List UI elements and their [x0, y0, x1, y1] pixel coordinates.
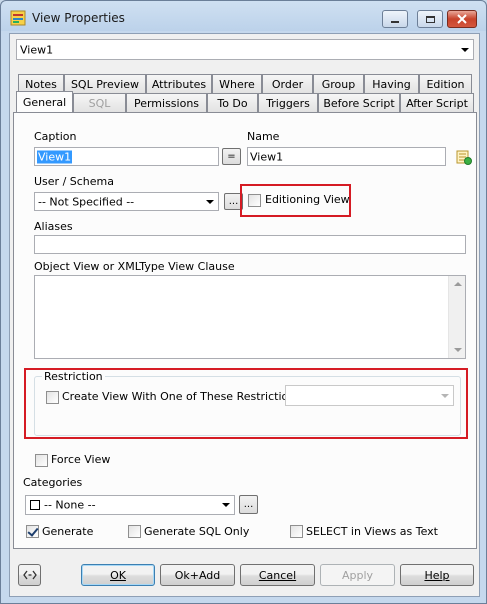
tab-general[interactable]: General: [16, 91, 73, 112]
tab-edition[interactable]: Edition: [419, 74, 472, 93]
properties-icon[interactable]: [456, 149, 472, 165]
user-schema-label: User / Schema: [34, 175, 114, 188]
categories-browse-button[interactable]: ...: [239, 495, 258, 514]
tab-label: After Script: [406, 96, 468, 110]
tab-label: General: [22, 95, 67, 109]
scroll-down-icon[interactable]: [454, 348, 462, 352]
window-title: View Properties: [32, 11, 125, 25]
caption-label: Caption: [34, 130, 77, 143]
tab-before-script[interactable]: Before Script: [318, 93, 400, 112]
maximize-icon: [425, 15, 435, 23]
code-icon: [22, 570, 37, 580]
categories-label: Categories: [23, 476, 82, 489]
equals-button[interactable]: =: [222, 148, 241, 165]
name-value: View1: [250, 150, 284, 163]
help-button[interactable]: Help: [400, 564, 474, 586]
aliases-label: Aliases: [34, 220, 73, 233]
tab-label: Permissions: [133, 96, 200, 110]
title-bar[interactable]: View Properties: [1, 1, 486, 34]
browse-button-label: ...: [228, 196, 239, 207]
chevron-down-icon: [461, 47, 469, 52]
caption-input[interactable]: View1: [34, 147, 219, 166]
tab-label: Before Script: [323, 96, 395, 110]
restriction-group-label: Restriction: [42, 370, 105, 383]
ok-button[interactable]: OK: [81, 564, 155, 586]
tab-order[interactable]: Order: [262, 74, 313, 93]
chevron-down-icon: [441, 393, 449, 398]
restriction-checkbox-label: Create View With One of These Restrictio…: [62, 390, 305, 403]
tab-attributes[interactable]: Attributes: [146, 74, 212, 93]
name-input[interactable]: View1: [247, 147, 446, 166]
tab-label: Having: [372, 77, 411, 91]
tab-label: Where: [219, 77, 255, 91]
tab-label: Notes: [25, 77, 57, 91]
minimize-button[interactable]: [382, 10, 408, 28]
general-tab-panel: Caption View1 = Name View1 User / Schema…: [13, 112, 477, 549]
tab-triggers[interactable]: Triggers: [258, 93, 318, 112]
categories-value: -- None --: [44, 498, 96, 512]
categories-dropdown[interactable]: -- None --: [25, 495, 235, 515]
chevron-down-icon: [222, 503, 230, 507]
sql-toggle-button[interactable]: [18, 564, 41, 586]
browse-button-label: ...: [243, 499, 254, 510]
user-schema-value: -- Not Specified --: [38, 195, 135, 208]
restriction-dropdown: [285, 385, 454, 406]
force-view-checkbox[interactable]: [35, 454, 48, 467]
name-label: Name: [247, 130, 280, 143]
tab-after-script[interactable]: After Script: [400, 93, 474, 112]
object-selector-value: View1: [20, 43, 54, 56]
tab-permissions[interactable]: Permissions: [126, 93, 207, 112]
tab-where[interactable]: Where: [212, 74, 262, 93]
apply-button: Apply: [320, 564, 395, 586]
generate-sql-only-label: Generate SQL Only: [144, 525, 250, 538]
force-view-label: Force View: [51, 453, 111, 466]
cancel-button[interactable]: Cancel: [240, 564, 315, 586]
tab-to-do[interactable]: To Do: [207, 93, 258, 112]
restriction-checkbox[interactable]: [46, 391, 59, 404]
tab-group[interactable]: Group: [313, 74, 364, 93]
equals-button-label: =: [227, 151, 236, 162]
object-view-textarea[interactable]: [34, 275, 466, 359]
close-button[interactable]: [447, 10, 477, 28]
vertical-scrollbar[interactable]: [448, 276, 465, 358]
caption-value: View1: [37, 150, 73, 163]
ok-add-button[interactable]: Ok+Add: [160, 564, 235, 586]
apply-button-label: Apply: [341, 568, 374, 582]
ok-button-label: OK: [110, 568, 126, 582]
tab-sql-preview[interactable]: SQL Preview: [64, 74, 146, 93]
scroll-up-icon[interactable]: [454, 282, 462, 286]
tab-label: SQL Preview: [70, 77, 140, 91]
chevron-down-icon: [206, 199, 214, 204]
maximize-button[interactable]: [417, 10, 443, 28]
generate-checkbox[interactable]: [26, 525, 39, 538]
help-button-label: Help: [424, 568, 450, 582]
tab-label: SQL: [88, 96, 111, 110]
user-schema-dropdown[interactable]: -- Not Specified --: [34, 192, 219, 211]
generate-label: Generate: [42, 525, 94, 538]
object-selector-dropdown[interactable]: View1: [16, 39, 474, 60]
app-icon: [10, 10, 26, 26]
tab-having[interactable]: Having: [364, 74, 419, 93]
editioning-view-checkbox[interactable]: [248, 194, 261, 207]
categories-label-text: Categories: [23, 476, 83, 489]
object-view-label: Object View or XMLType View Clause: [34, 260, 235, 273]
aliases-input[interactable]: [34, 235, 466, 254]
minimize-icon: [391, 21, 399, 23]
category-color-swatch: [30, 500, 40, 510]
ok-add-button-label: Ok+Add: [174, 568, 221, 582]
generate-sql-only-checkbox[interactable]: [128, 525, 141, 538]
cancel-button-label: Cancel: [258, 568, 297, 582]
close-icon: [457, 14, 467, 24]
tab-label: To Do: [217, 96, 248, 110]
editioning-view-label: Editioning View: [265, 193, 350, 206]
tab-label: Triggers: [266, 96, 310, 110]
select-in-views-checkbox[interactable]: [290, 525, 303, 538]
tab-label: Group: [321, 77, 356, 91]
tab-sql: SQL: [73, 93, 126, 112]
select-in-views-label: SELECT in Views as Text: [306, 525, 438, 538]
view-properties-window: View Properties View1 Notes SQL Preview …: [0, 0, 487, 604]
tab-label: Order: [271, 77, 304, 91]
tab-label: Edition: [426, 77, 465, 91]
tab-label: Attributes: [151, 77, 207, 91]
